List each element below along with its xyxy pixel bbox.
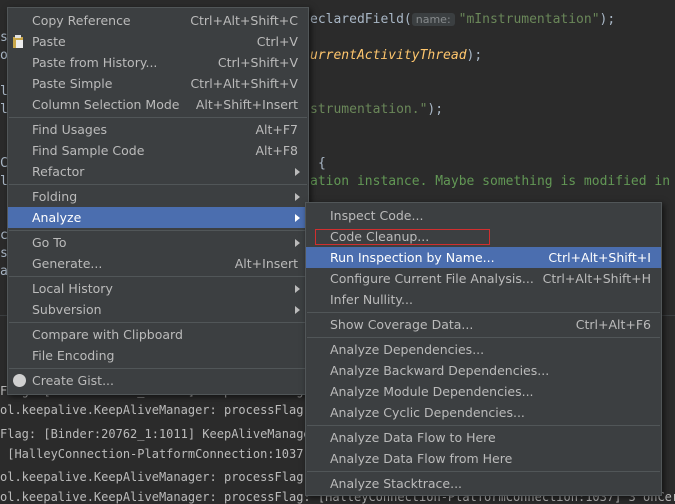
- submenu-arrow-icon: [295, 306, 300, 314]
- log-line: ol.keepalive.KeepAliveManager: processFl…: [0, 470, 311, 484]
- menu-item-analyze-cyclic-dependencies[interactable]: Analyze Cyclic Dependencies...: [306, 402, 661, 423]
- menu-item-infer-nullity[interactable]: Infer Nullity...: [306, 289, 661, 310]
- submenu-arrow-icon: [295, 193, 300, 201]
- log-line: Flag: [Binder:20762_1:1011] KeepAliveMan…: [0, 427, 318, 441]
- editor-context-menu: Copy Reference Ctrl+Alt+Shift+C Paste Ctrl…: [7, 7, 309, 395]
- menu-separator: [9, 184, 307, 185]
- log-line: [HalleyConnection-PlatformConnection:103…: [0, 447, 311, 461]
- menu-item-analyze-data-flow-from-here[interactable]: Analyze Data Flow from Here: [306, 448, 661, 469]
- menu-item-analyze-dependencies[interactable]: Analyze Dependencies...: [306, 339, 661, 360]
- menu-separator: [307, 312, 660, 313]
- menu-separator: [307, 337, 660, 338]
- menu-item-paste[interactable]: Paste Ctrl+V: [8, 31, 308, 52]
- menu-item-refactor[interactable]: Refactor: [8, 161, 308, 182]
- menu-item-create-gist[interactable]: Create Gist...: [8, 370, 308, 391]
- log-line: ol.keepalive.KeepAliveManager: processFl…: [0, 403, 311, 417]
- code-line-2: urrentActivityThread);: [310, 48, 483, 63]
- menu-item-generate[interactable]: Generate... Alt+Insert: [8, 253, 308, 274]
- clipboard-icon: [13, 35, 23, 48]
- submenu-arrow-icon: [295, 285, 300, 293]
- param-hint: name:: [411, 13, 455, 26]
- menu-item-folding[interactable]: Folding: [8, 186, 308, 207]
- menu-item-subversion[interactable]: Subversion: [8, 299, 308, 320]
- menu-item-run-inspection-by-name[interactable]: Run Inspection by Name... Ctrl+Alt+Shift+…: [306, 247, 661, 268]
- menu-separator: [9, 117, 307, 118]
- menu-separator: [9, 322, 307, 323]
- menu-item-local-history[interactable]: Local History: [8, 278, 308, 299]
- menu-item-inspect-code[interactable]: Inspect Code...: [306, 205, 661, 226]
- menu-item-analyze[interactable]: Analyze: [8, 207, 308, 228]
- menu-item-find-sample-code[interactable]: Find Sample Code Alt+F8: [8, 140, 308, 161]
- code-line-1: eclaredField(name: "mInstrumentation");: [310, 12, 616, 27]
- menu-item-analyze-stacktrace[interactable]: Analyze Stacktrace...: [306, 473, 661, 494]
- submenu-arrow-icon: [295, 239, 300, 247]
- menu-item-configure-current-file-analysis[interactable]: Configure Current File Analysis... Ctrl+A…: [306, 268, 661, 289]
- menu-item-paste-simple[interactable]: Paste Simple Ctrl+Alt+Shift+V: [8, 73, 308, 94]
- menu-item-file-encoding[interactable]: File Encoding: [8, 345, 308, 366]
- code-line-3: strumentation.");: [310, 102, 444, 117]
- menu-item-analyze-backward-dependencies[interactable]: Analyze Backward Dependencies...: [306, 360, 661, 381]
- menu-item-compare-with-clipboard[interactable]: Compare with Clipboard: [8, 324, 308, 345]
- submenu-arrow-icon: [295, 168, 300, 176]
- code-line-5: ation instance. Maybe something is modif…: [310, 174, 671, 189]
- menu-separator: [307, 471, 660, 472]
- menu-separator: [9, 230, 307, 231]
- menu-separator: [307, 425, 660, 426]
- menu-item-find-usages[interactable]: Find Usages Alt+F7: [8, 119, 308, 140]
- menu-item-column-selection-mode[interactable]: Column Selection Mode Alt+Shift+Insert: [8, 94, 308, 115]
- github-icon: [13, 374, 26, 387]
- menu-item-show-coverage-data[interactable]: Show Coverage Data... Ctrl+Alt+F6: [306, 314, 661, 335]
- menu-item-go-to[interactable]: Go To: [8, 232, 308, 253]
- analyze-submenu: Inspect Code... Code Cleanup... Run Insp…: [305, 202, 662, 496]
- code-line-4: {: [318, 156, 326, 171]
- menu-item-copy-reference[interactable]: Copy Reference Ctrl+Alt+Shift+C: [8, 10, 308, 31]
- menu-item-analyze-module-dependencies[interactable]: Analyze Module Dependencies...: [306, 381, 661, 402]
- submenu-arrow-icon: [295, 214, 300, 222]
- menu-separator: [9, 276, 307, 277]
- menu-item-paste-from-history[interactable]: Paste from History... Ctrl+Shift+V: [8, 52, 308, 73]
- highlight-box: [315, 229, 490, 245]
- menu-separator: [9, 368, 307, 369]
- menu-item-analyze-data-flow-to-here[interactable]: Analyze Data Flow to Here: [306, 427, 661, 448]
